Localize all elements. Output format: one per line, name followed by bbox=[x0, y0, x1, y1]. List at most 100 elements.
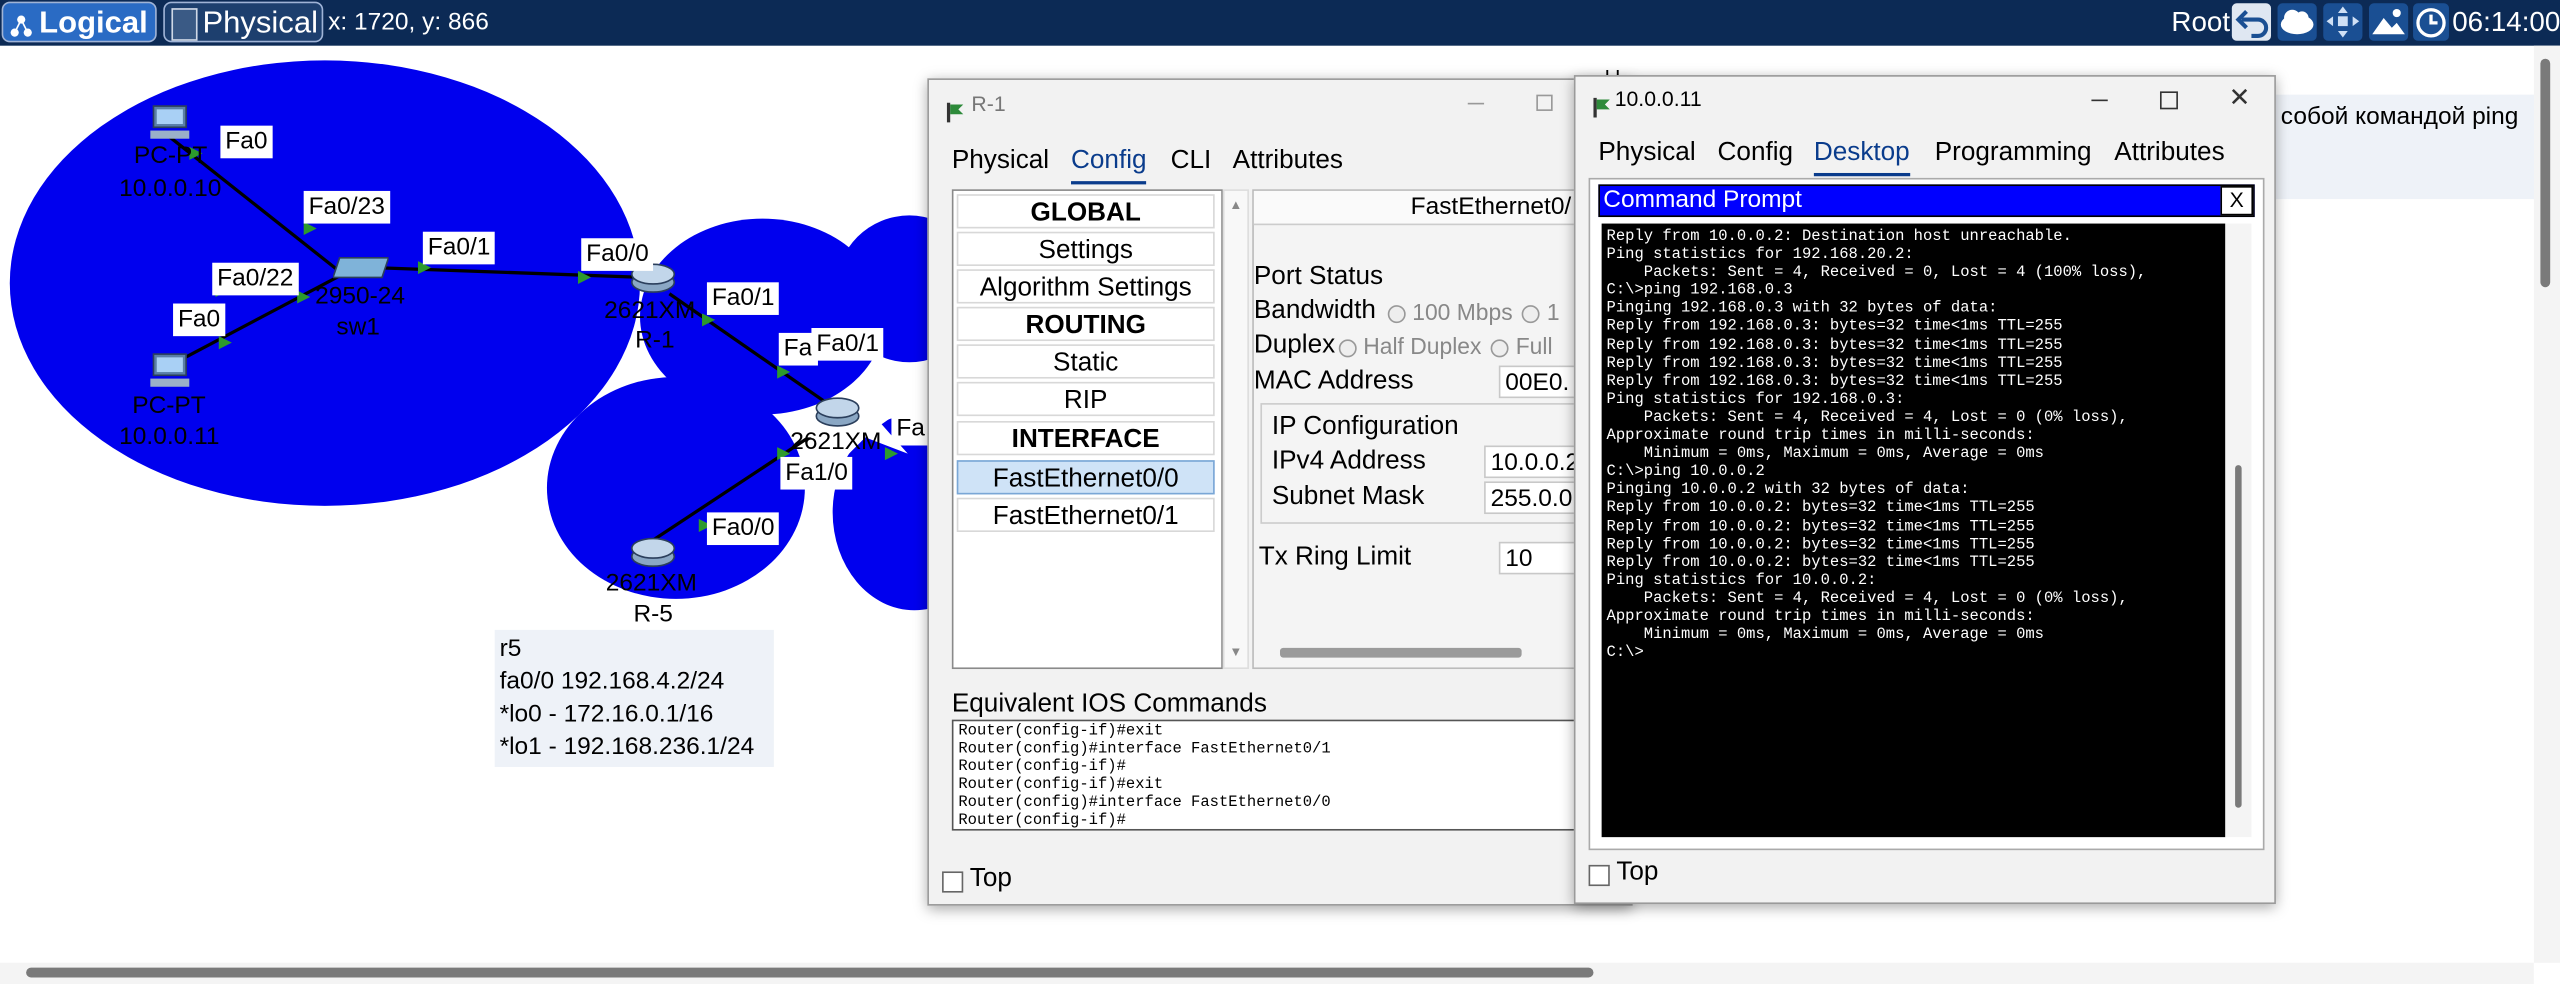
window-titlebar[interactable]: R-1 bbox=[929, 80, 1631, 129]
sidebar-item-fastethernet0-1[interactable]: FastEthernet0/1 bbox=[956, 497, 1215, 532]
logical-view-button[interactable]: Logical bbox=[1, 1, 157, 43]
cmd-line: Minimum = 0ms, Maximum = 0ms, Average = … bbox=[1606, 444, 2045, 463]
note-line: *lo1 - 192.168.236.1/24 bbox=[499, 732, 755, 761]
pc1-type: PC-PT bbox=[133, 141, 208, 170]
pc-window[interactable]: 10.0.0.11 ✕ Physical Config Desktop Prog… bbox=[1573, 75, 2276, 905]
tab-desktop[interactable]: Desktop bbox=[1813, 134, 1910, 177]
r1-model: 2621XM bbox=[604, 296, 696, 325]
port-label: Fa0/1 bbox=[811, 327, 884, 361]
sidebar-item-algorithm-settings[interactable]: Algorithm Settings bbox=[956, 269, 1215, 304]
top-checkbox[interactable] bbox=[942, 871, 964, 893]
cmd-line: Reply from 192.168.0.3: bytes=32 time<1m… bbox=[1606, 317, 2063, 336]
pc-icon[interactable] bbox=[150, 104, 190, 140]
cmd-line: Reply from 10.0.0.2: bytes=32 time<1ms T… bbox=[1606, 534, 2035, 553]
cmd-line: Reply from 10.0.0.2: bytes=32 time<1ms T… bbox=[1606, 498, 2035, 517]
command-prompt-scrollbar[interactable] bbox=[2225, 223, 2252, 838]
cmd-line: Packets: Sent = 4, Received = 4, Lost = … bbox=[1606, 588, 2128, 607]
physical-label: Physical bbox=[202, 6, 318, 41]
sidebar-item-rip[interactable]: RIP bbox=[956, 381, 1215, 417]
command-prompt-frame: Command Prompt X Reply from 10.0.0.2: De… bbox=[1588, 177, 2265, 851]
panel-horizontal-scrollbar[interactable] bbox=[1279, 647, 1522, 658]
duplex-radio[interactable]: Half Duplex Full bbox=[1329, 333, 1553, 359]
logical-label: Logical bbox=[39, 6, 148, 41]
minimize-icon[interactable] bbox=[2091, 99, 2108, 102]
canvas-vertical-scrollbar[interactable] bbox=[2533, 45, 2560, 963]
port-label: Fa0/22 bbox=[212, 262, 299, 296]
maximize-icon[interactable] bbox=[2159, 91, 2178, 110]
sidebar-header-routing: ROUTING bbox=[956, 306, 1215, 342]
top-checkbox[interactable] bbox=[1588, 864, 1610, 887]
ipv4-address-label: IPv4 Address bbox=[1271, 447, 1426, 475]
sidebar-item-fastethernet0-0[interactable]: FastEthernet0/0 bbox=[956, 460, 1215, 495]
switch-name: sw1 bbox=[336, 313, 380, 342]
router-icon[interactable] bbox=[815, 395, 861, 428]
sidebar-header-global: GLOBAL bbox=[956, 194, 1215, 229]
ios-line: Router(config-if)#exit bbox=[958, 775, 1164, 794]
cmd-line: C:\> bbox=[1606, 643, 1644, 662]
window-titlebar[interactable]: 10.0.0.11 ✕ bbox=[1576, 77, 2275, 126]
minimize-icon[interactable] bbox=[1467, 102, 1485, 105]
text-note[interactable]: r5 fa0/0 192.168.4.2/24 *lo0 - 172.16.0.… bbox=[494, 629, 774, 767]
sidebar-item-settings[interactable]: Settings bbox=[956, 231, 1215, 266]
tab-config[interactable]: Config bbox=[1071, 142, 1147, 185]
cmd-line: Ping statistics for 192.168.20.2: bbox=[1606, 244, 1914, 263]
cmd-line: Pinging 192.168.0.3 with 32 bytes of dat… bbox=[1606, 299, 1998, 318]
port-label: Fa0/0 bbox=[706, 512, 780, 546]
ios-commands-box[interactable]: Router(config-if)#exit Router(config)#in… bbox=[951, 719, 1632, 831]
logical-icon bbox=[8, 10, 34, 37]
pc-icon[interactable] bbox=[150, 352, 190, 388]
sidebar-scrollbar[interactable]: ▲ ▼ bbox=[1222, 189, 1249, 670]
r1-name: R-1 bbox=[635, 326, 675, 355]
command-prompt-output[interactable]: Reply from 10.0.0.2: Destination host un… bbox=[1601, 223, 2226, 838]
ios-line: Router(config-if)# bbox=[958, 757, 1126, 776]
switch-icon[interactable] bbox=[331, 255, 390, 281]
cloud-icon[interactable] bbox=[2277, 3, 2317, 41]
tab-attributes[interactable]: Attributes bbox=[2114, 134, 2224, 173]
canvas-horizontal-scrollbar[interactable] bbox=[0, 962, 2534, 984]
back-icon[interactable] bbox=[2231, 3, 2272, 41]
sidebar-item-static[interactable]: Static bbox=[956, 344, 1215, 379]
cmd-line: Reply from 192.168.0.3: bytes=32 time<1m… bbox=[1606, 353, 2063, 372]
tab-physical[interactable]: Physical bbox=[952, 142, 1049, 181]
port-label: Fa bbox=[891, 412, 930, 446]
pc1-ip: 10.0.0.10 bbox=[119, 174, 222, 203]
maximize-icon[interactable] bbox=[1536, 94, 1553, 111]
router-config-window[interactable]: R-1 Physical Config CLI Attributes GLOBA… bbox=[927, 78, 1633, 906]
tab-bar: Physical Config Desktop Programming Attr… bbox=[1598, 134, 2267, 180]
scrollbar-thumb[interactable] bbox=[2235, 465, 2242, 808]
sidebar-header-interface: INTERFACE bbox=[956, 421, 1215, 456]
network-clock-icon[interactable] bbox=[2413, 3, 2449, 41]
tab-cli[interactable]: CLI bbox=[1171, 142, 1212, 181]
background-note: собой командой ping bbox=[2266, 94, 2544, 200]
cmd-line: Reply from 192.168.0.3: bytes=32 time<1m… bbox=[1606, 335, 2063, 354]
tab-config[interactable]: Config bbox=[1718, 134, 1794, 173]
scroll-up-icon[interactable]: ▲ bbox=[1229, 197, 1242, 212]
scrollbar-thumb[interactable] bbox=[26, 967, 1594, 978]
image-icon[interactable] bbox=[2368, 3, 2409, 41]
tab-bar: Physical Config CLI Attributes bbox=[952, 142, 1631, 188]
scrollbar-thumb[interactable] bbox=[2540, 58, 2551, 288]
pc2-type: PC-PT bbox=[132, 391, 206, 420]
top-toolbar: Logical Physical x: 1720, y: 866 Root 06… bbox=[0, 0, 2560, 46]
tab-programming[interactable]: Programming bbox=[1935, 134, 2092, 173]
command-prompt-close-button[interactable]: X bbox=[2220, 186, 2254, 216]
scroll-down-icon[interactable]: ▼ bbox=[1229, 645, 1242, 660]
router-icon[interactable] bbox=[630, 535, 676, 568]
tab-attributes[interactable]: Attributes bbox=[1233, 142, 1343, 181]
note-line: *lo0 - 172.16.0.1/16 bbox=[499, 700, 714, 728]
ios-line: Router(config)#interface FastEthernet0/1 bbox=[958, 739, 1331, 758]
move-icon[interactable] bbox=[2323, 3, 2363, 41]
close-icon[interactable]: ✕ bbox=[2229, 75, 2251, 124]
bandwidth-radio[interactable]: 100 Mbps 1 bbox=[1378, 299, 1560, 325]
window-title: 10.0.0.11 bbox=[1614, 86, 1702, 111]
packet-tracer-icon bbox=[945, 93, 965, 123]
tab-physical[interactable]: Physical bbox=[1598, 134, 1695, 173]
top-checkbox-label: Top bbox=[1616, 858, 1659, 887]
command-prompt-titlebar[interactable]: Command Prompt X bbox=[1598, 184, 2255, 218]
port-label: Fa0 bbox=[173, 303, 226, 337]
physical-view-button[interactable]: Physical bbox=[163, 1, 324, 43]
r5-name: R-5 bbox=[633, 600, 673, 629]
config-sidebar[interactable]: GLOBAL Settings Algorithm Settings ROUTI… bbox=[951, 189, 1223, 670]
cmd-line: Pinging 10.0.0.2 with 32 bytes of data: bbox=[1606, 480, 1970, 499]
switch-model: 2950-24 bbox=[315, 282, 405, 311]
